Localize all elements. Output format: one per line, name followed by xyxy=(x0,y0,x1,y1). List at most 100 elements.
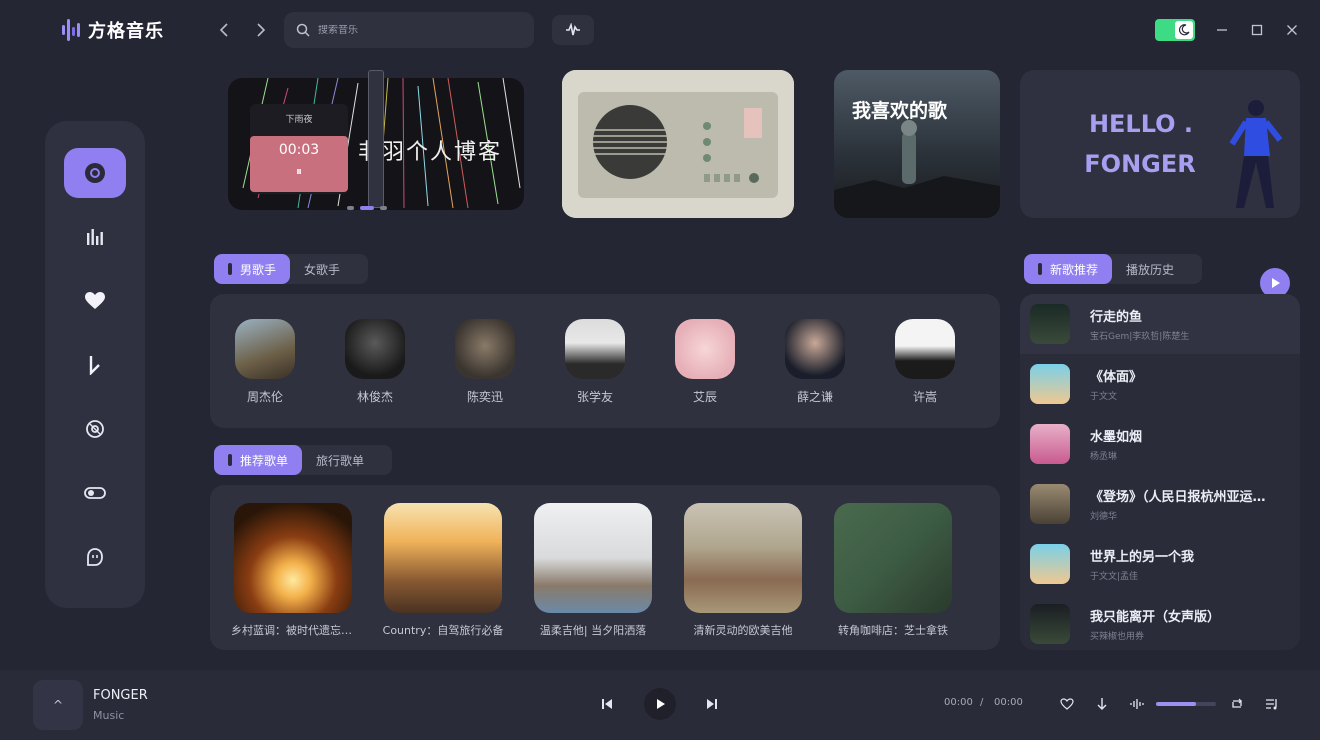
pagination-dot[interactable] xyxy=(380,206,387,210)
like-button[interactable] xyxy=(1056,693,1078,715)
toggle-icon xyxy=(84,487,106,499)
now-playing-subtitle: Music xyxy=(93,709,125,722)
singer-avatar xyxy=(785,319,845,379)
singer-item[interactable]: 张学友 xyxy=(560,319,630,405)
chevron-left-icon xyxy=(219,23,228,37)
pagination-dot-active[interactable] xyxy=(360,206,374,210)
banner-hello[interactable]: HELLO . FONGER xyxy=(1020,70,1300,218)
playlist-button[interactable] xyxy=(1261,693,1283,715)
sidebar-item-albums[interactable] xyxy=(64,404,126,454)
banner-favorites-title: 我喜欢的歌 xyxy=(852,100,948,122)
song-item[interactable]: 行走的鱼 宝石Gem|李玖哲|陈楚生 xyxy=(1020,294,1300,354)
playlist-item[interactable]: 温柔吉他| 当夕阳洒落 xyxy=(528,503,658,638)
playlist-tabs: 推荐歌单 旅行歌单 xyxy=(214,445,392,475)
sidebar-item-favorites[interactable] xyxy=(64,276,126,326)
play-pause-button[interactable] xyxy=(644,688,676,720)
next-button[interactable] xyxy=(701,693,723,715)
walking-man-illustration xyxy=(1229,100,1283,208)
playlist-item[interactable]: 清新灵动的欧美吉他 xyxy=(678,503,808,638)
playlist-item[interactable]: Country：自驾旅行必备 xyxy=(378,503,508,638)
sidebar-item-download[interactable] xyxy=(64,340,126,390)
skip-next-icon xyxy=(707,699,717,709)
search-input[interactable] xyxy=(318,24,508,36)
tab-play-history[interactable]: 播放历史 xyxy=(1112,254,1188,284)
play-icon xyxy=(657,699,665,709)
singer-avatar xyxy=(345,319,405,379)
song-thumbnail xyxy=(1030,304,1070,344)
playlist-cover xyxy=(534,503,652,613)
song-list: 行走的鱼 宝石Gem|李玖哲|陈楚生 《体面》 于文文 水墨如烟 杨丞琳 《登场》（人… xyxy=(1020,294,1300,650)
tab-male-singers[interactable]: 男歌手 xyxy=(214,254,291,284)
playlist-icon xyxy=(1266,699,1277,710)
song-item[interactable]: 水墨如烟 杨丞琳 xyxy=(1020,414,1300,474)
volume-icon xyxy=(1130,699,1144,709)
theme-toggle[interactable] xyxy=(1155,19,1195,41)
tab-female-singers[interactable]: 女歌手 xyxy=(290,254,354,284)
repeat-button[interactable] xyxy=(1226,693,1248,715)
tab-recommended-playlists[interactable]: 推荐歌单 xyxy=(214,445,303,475)
sidebar-item-charts[interactable] xyxy=(64,212,126,262)
volume-button[interactable] xyxy=(1126,693,1148,715)
song-item[interactable]: 《登场》（人民日报杭州亚运会主题曲）刘德华 xyxy=(1020,474,1300,534)
banner-radio[interactable] xyxy=(562,70,794,218)
moon-icon xyxy=(1175,21,1193,39)
banner-hello-line1: HELLO . xyxy=(1088,110,1194,138)
chevron-right-icon xyxy=(257,23,266,37)
tab-travel-playlists[interactable]: 旅行歌单 xyxy=(302,445,378,475)
singer-card: 周杰伦 林俊杰 陈奕迅 张学友 艾辰 薛之谦 许嵩 xyxy=(210,294,1000,428)
forward-button[interactable] xyxy=(250,19,272,41)
volume-slider[interactable] xyxy=(1156,702,1216,706)
download-button[interactable] xyxy=(1091,693,1113,715)
back-button[interactable] xyxy=(213,19,235,41)
heart-outline-icon xyxy=(1060,698,1074,710)
song-thumbnail xyxy=(1030,484,1070,524)
singer-item[interactable]: 林俊杰 xyxy=(340,319,410,405)
minimize-button[interactable] xyxy=(1210,18,1234,42)
radio-illustration xyxy=(562,70,794,218)
playlist-item[interactable]: 转角咖啡店：芝士拿铁 xyxy=(828,503,958,638)
app-logo[interactable]: 方格音乐 xyxy=(62,16,164,44)
sidebar-item-about[interactable] xyxy=(64,532,126,582)
singer-item[interactable]: 艾辰 xyxy=(670,319,740,405)
singer-avatar xyxy=(565,319,625,379)
download-icon xyxy=(1097,698,1107,710)
sidebar-item-discover[interactable] xyxy=(64,148,126,198)
tab-new-songs[interactable]: 新歌推荐 xyxy=(1024,254,1113,284)
time-separator: / xyxy=(980,697,984,708)
banner-divider xyxy=(368,70,384,208)
voice-search-button[interactable] xyxy=(552,15,594,45)
bar-chart-icon xyxy=(87,229,103,245)
total-time: 00:00 xyxy=(994,697,1023,708)
playlist-cover xyxy=(684,503,802,613)
song-thumbnail xyxy=(1030,424,1070,464)
playlist-item[interactable]: 乡村蓝调：被时代遗忘的声音 xyxy=(228,503,358,638)
singer-item[interactable]: 陈奕迅 xyxy=(450,319,520,405)
close-button[interactable] xyxy=(1280,18,1304,42)
singer-item[interactable]: 周杰伦 xyxy=(230,319,300,405)
song-thumbnail xyxy=(1030,604,1070,644)
maximize-button[interactable] xyxy=(1245,18,1269,42)
arrow-down-icon xyxy=(89,356,100,375)
singer-item[interactable]: 薛之谦 xyxy=(780,319,850,405)
pagination-dot[interactable] xyxy=(347,206,354,210)
song-item[interactable]: 我只能离开（女声版） 买辣椒也用券 xyxy=(1020,594,1300,650)
now-playing-cover[interactable]: ^ xyxy=(33,680,83,730)
song-item[interactable]: 《体面》 于文文 xyxy=(1020,354,1300,414)
previous-button[interactable] xyxy=(596,693,618,715)
expand-icon: ^ xyxy=(52,698,64,712)
current-time: 00:00 xyxy=(944,697,973,708)
skip-previous-icon xyxy=(602,699,612,709)
app-title: 方格音乐 xyxy=(88,21,164,42)
singer-tabs: 男歌手 女歌手 xyxy=(214,254,368,284)
song-thumbnail xyxy=(1030,544,1070,584)
banner-favorites[interactable]: 我喜欢的歌 xyxy=(834,70,1000,218)
singer-avatar xyxy=(235,319,295,379)
logo-icon xyxy=(62,19,80,41)
sidebar xyxy=(45,121,145,608)
singer-avatar xyxy=(895,319,955,379)
singer-item[interactable]: 许嵩 xyxy=(890,319,960,405)
sidebar-item-settings[interactable] xyxy=(64,468,126,518)
song-item[interactable]: 世界上的另一个我 于文文|孟佳 xyxy=(1020,534,1300,594)
banner-player-title: 下雨夜 xyxy=(285,115,313,125)
singer-avatar xyxy=(675,319,735,379)
